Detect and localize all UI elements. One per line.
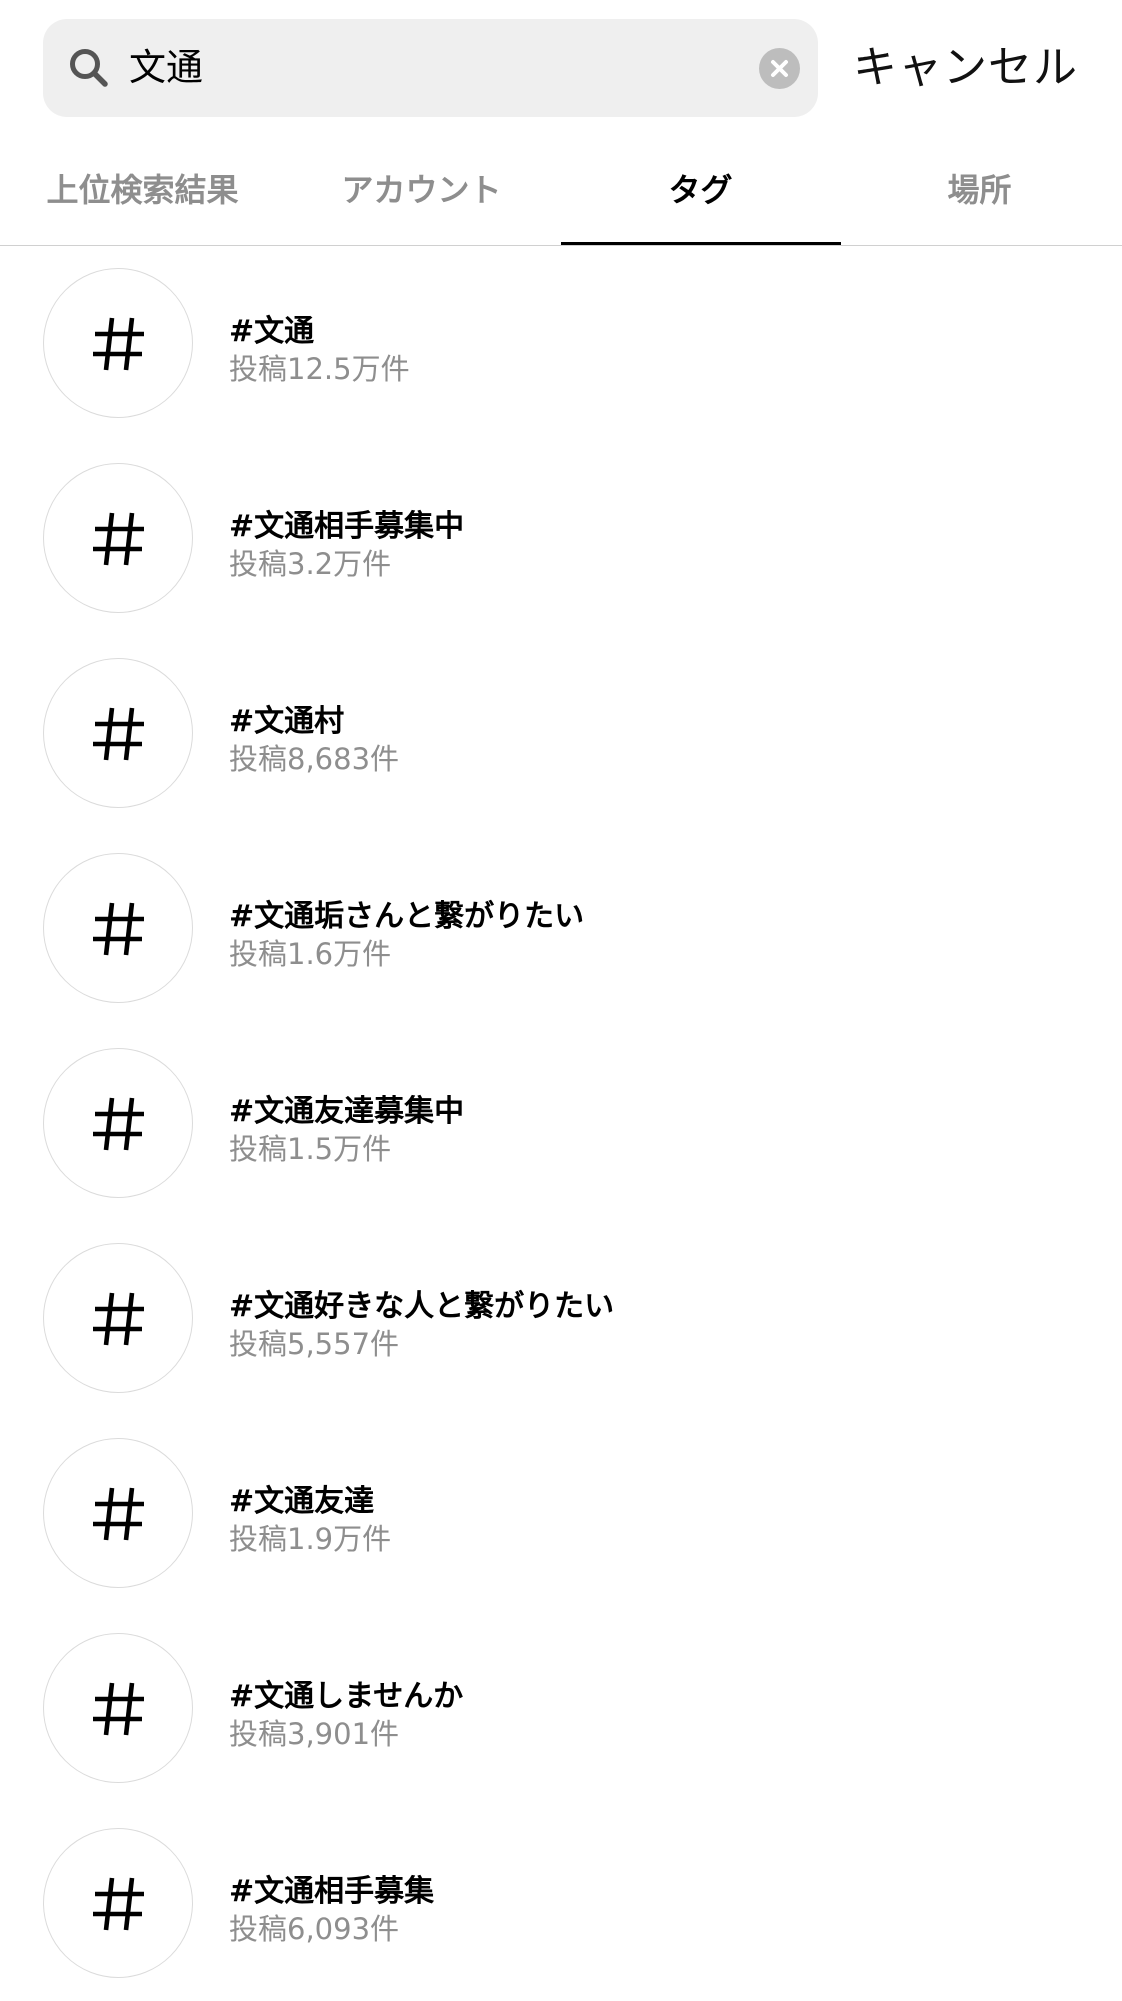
close-icon: [771, 60, 788, 77]
hashtag-icon: [43, 1438, 193, 1588]
hashtag-name: #文通相手募集中: [229, 509, 465, 544]
hashtag-icon: [43, 1243, 193, 1393]
hashtag-row[interactable]: #文通村 投稿8,683件: [0, 636, 1122, 831]
search-bar[interactable]: [43, 19, 818, 117]
hashtag-name: #文通: [229, 314, 315, 349]
hashtag-name: #文通村: [229, 704, 345, 739]
hashtag-row[interactable]: #文通友達 投稿1.9万件: [0, 1416, 1122, 1611]
hashtag-row[interactable]: #文通しませんか 投稿3,901件: [0, 1611, 1122, 1806]
tab-tags[interactable]: タグ: [561, 136, 840, 244]
hashtag-icon: [43, 853, 193, 1003]
hashtag-name: #文通好きな人と繋がりたい: [229, 1289, 615, 1324]
hashtag-icon: [43, 1633, 193, 1783]
hashtag-icon: [43, 268, 193, 418]
hashtag-name: #文通しませんか: [229, 1679, 464, 1714]
hashtag-post-count: 投稿3.2万件: [229, 547, 392, 581]
hashtag-post-count: 投稿1.6万件: [229, 937, 392, 971]
search-header: キャンセル: [0, 0, 1122, 136]
hashtag-post-count: 投稿3,901件: [229, 1717, 400, 1751]
hashtag-name: #文通友達: [229, 1484, 375, 1519]
hashtag-post-count: 投稿1.5万件: [229, 1132, 392, 1166]
hashtag-row[interactable]: #文通 投稿12.5万件: [0, 246, 1122, 441]
search-icon: [68, 47, 110, 89]
hashtag-name: #文通友達募集中: [229, 1094, 465, 1129]
hashtag-icon: [43, 463, 193, 613]
hashtag-icon: [43, 1048, 193, 1198]
tab-places[interactable]: 場所: [840, 136, 1119, 244]
hashtag-post-count: 投稿6,093件: [229, 1912, 400, 1946]
hashtag-row[interactable]: #文通好きな人と繋がりたい 投稿5,557件: [0, 1221, 1122, 1416]
hashtag-icon: [43, 1828, 193, 1978]
search-input[interactable]: [129, 19, 689, 117]
hashtag-post-count: 投稿8,683件: [229, 742, 400, 776]
hashtag-post-count: 投稿5,557件: [229, 1327, 400, 1361]
hashtag-post-count: 投稿12.5万件: [229, 352, 410, 386]
hashtag-post-count: 投稿1.9万件: [229, 1522, 392, 1556]
clear-search-button[interactable]: [759, 48, 800, 89]
tab-accounts[interactable]: アカウント: [282, 136, 561, 244]
hashtag-row[interactable]: #文通友達募集中 投稿1.5万件: [0, 1026, 1122, 1221]
tab-top-results[interactable]: 上位検索結果: [3, 136, 282, 244]
cancel-button[interactable]: キャンセル: [853, 19, 1103, 117]
hashtag-row[interactable]: #文通相手募集中 投稿3.2万件: [0, 441, 1122, 636]
hashtag-row[interactable]: #文通相手募集 投稿6,093件: [0, 1806, 1122, 2001]
hashtag-row[interactable]: #文通垢さんと繋がりたい 投稿1.6万件: [0, 831, 1122, 1026]
active-tab-indicator: [561, 242, 841, 245]
hashtag-icon: [43, 658, 193, 808]
hashtag-name: #文通垢さんと繋がりたい: [229, 899, 585, 934]
search-tabs: 上位検索結果 アカウント タグ 場所: [0, 136, 1122, 246]
hashtag-name: #文通相手募集: [229, 1874, 435, 1909]
